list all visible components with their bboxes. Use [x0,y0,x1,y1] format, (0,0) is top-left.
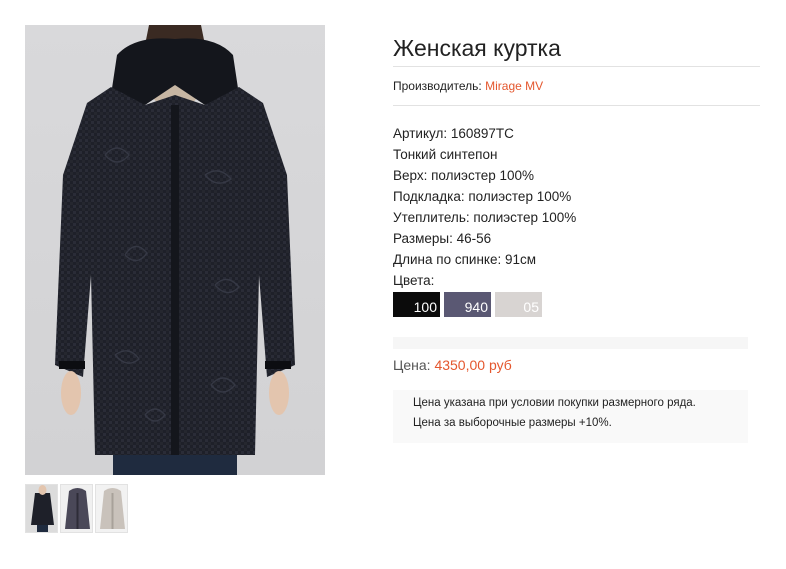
divider [393,105,760,106]
price-value: 4350,00 руб [434,357,512,373]
color-swatch-100[interactable]: 100 [393,292,440,317]
manufacturer-row: Производитель: Mirage MV [393,67,760,105]
color-swatches: 100 940 05 [393,292,760,317]
price-block: Цена: 4350,00 руб Цена указана при услов… [393,337,748,443]
thumbnail-graphite[interactable] [60,484,93,533]
price-note-line-1: Цена указана при условии покупки размерн… [413,397,696,409]
product-title: Женская куртка [393,35,561,61]
product-main-image[interactable] [25,25,325,475]
spec-outer: Верх: полиэстер 100% [393,168,535,183]
thumbnail-black-image [26,485,57,532]
spec-filling: Утеплитель: полиэстер 100% [393,210,577,225]
price-row: Цена: 4350,00 руб [393,354,748,376]
thumbnail-graphite-image [61,485,92,532]
spec-article: Артикул: 160897TC [393,126,514,141]
spec-back-length: Длина по спинке: 91см [393,252,537,267]
manufacturer-link[interactable]: Mirage MV [485,79,543,93]
spec-lining: Подкладка: полиэстер 100% [393,189,572,204]
thumbnail-beige-image [96,485,127,532]
price-label: Цена: [393,357,431,373]
product-info: Женская куртка Производитель: Mirage MV … [393,30,760,317]
jacket-illustration [55,25,295,475]
spec-insulation-type: Тонкий синтепон [393,147,498,162]
manufacturer-label: Производитель: [393,79,482,93]
thumbnail-beige[interactable] [95,484,128,533]
price-note-line-2: Цена за выборочные размеры +10%. [413,417,612,429]
spec-sizes: Размеры: 46-56 [393,231,492,246]
colors-label: Цвета: [393,273,435,288]
thumbnail-strip [25,484,128,533]
product-specs: Артикул: 160897TC Тонкий синтепон Верх: … [393,123,760,291]
color-swatch-940[interactable]: 940 [444,292,491,317]
price-header-bar [393,337,748,349]
thumbnail-black[interactable] [25,484,58,533]
price-note: Цена указана при условии покупки размерн… [393,390,748,443]
color-swatch-05[interactable]: 05 [495,292,542,317]
